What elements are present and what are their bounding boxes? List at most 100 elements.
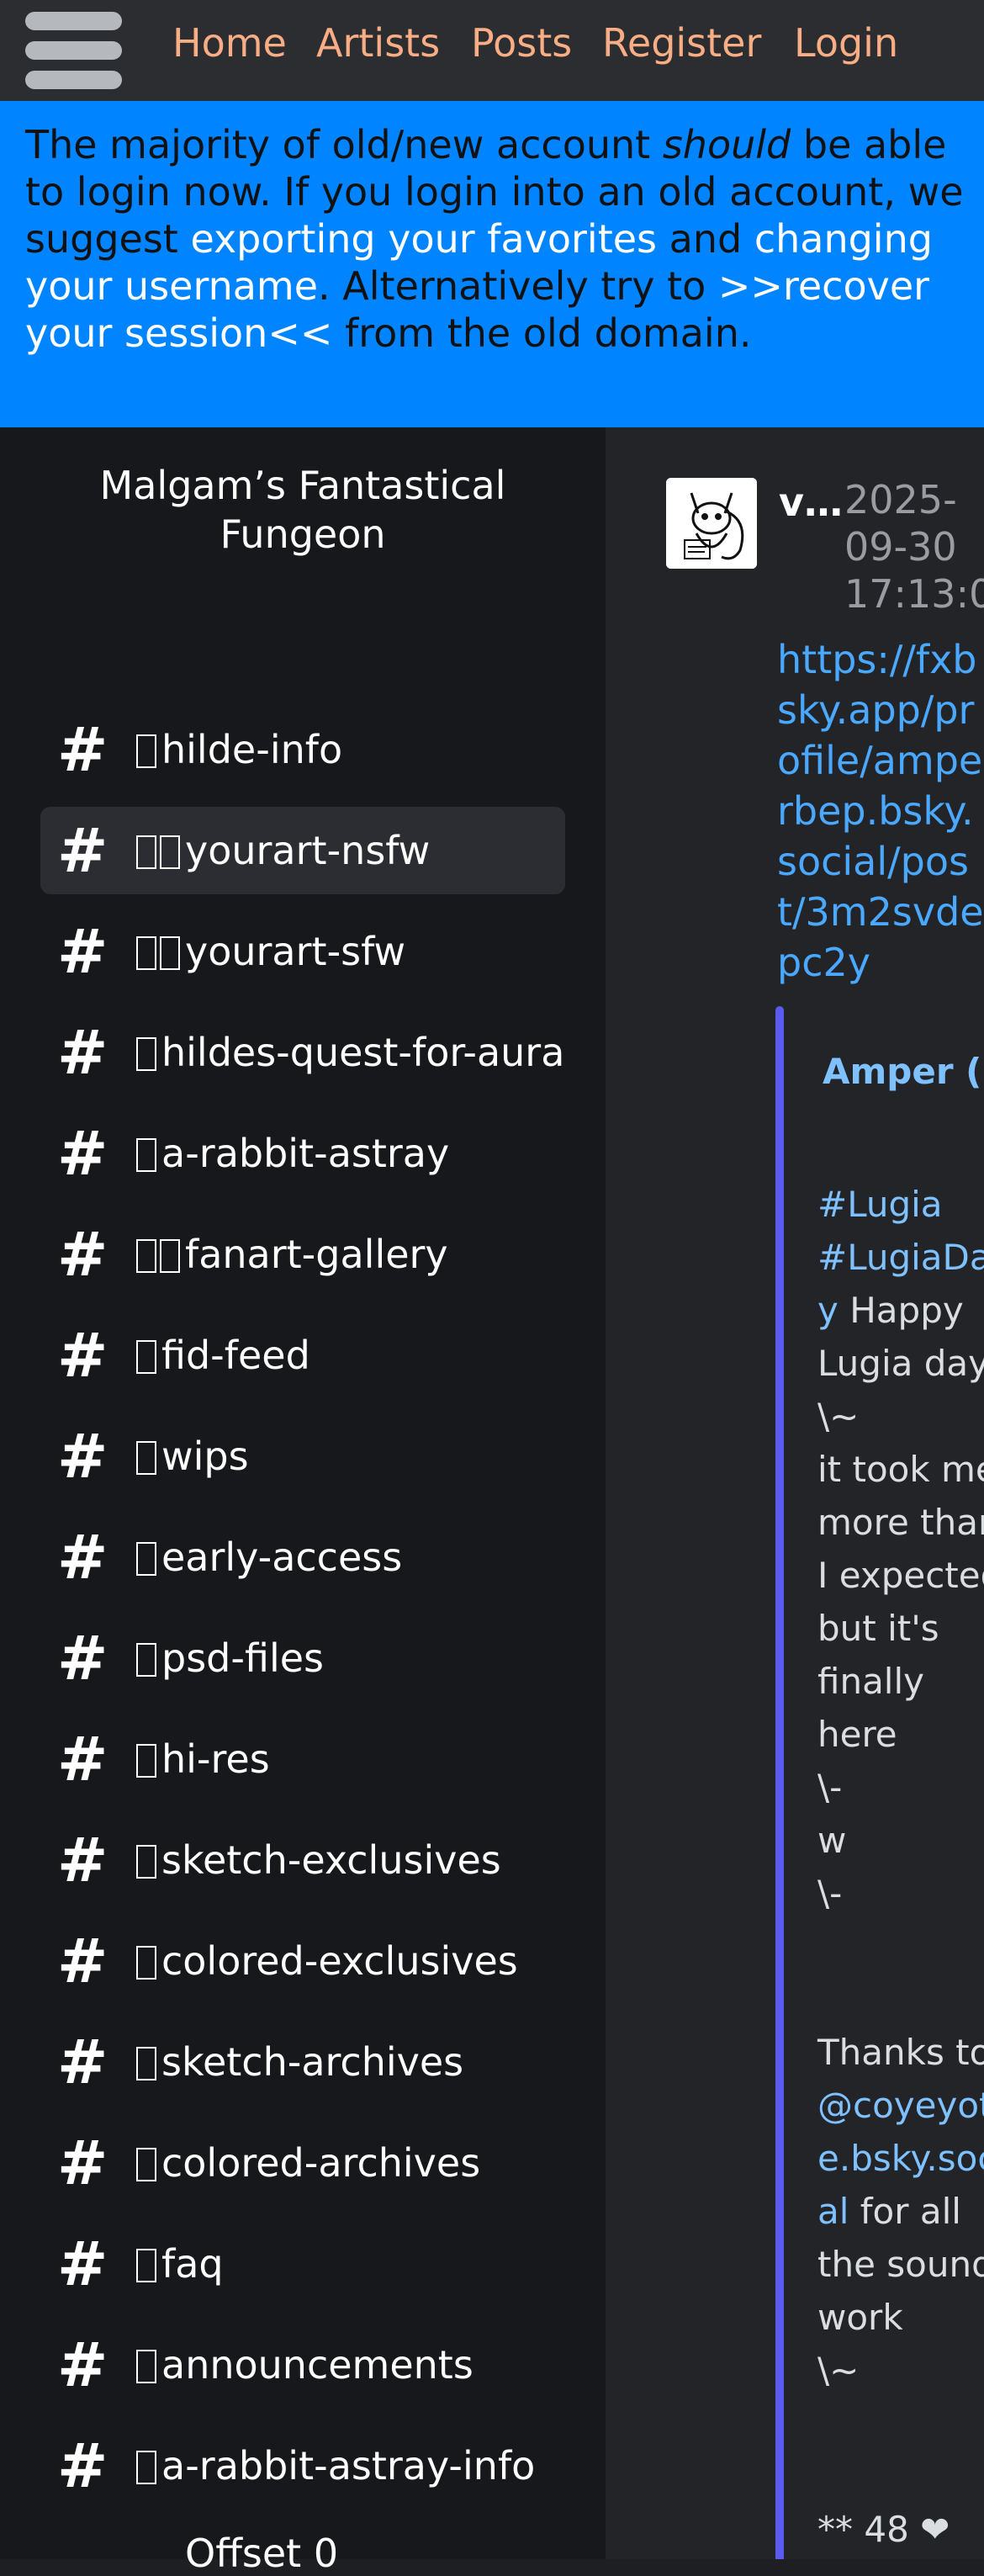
missing-emoji-icon xyxy=(136,2047,156,2080)
channel-item[interactable]: # early-access xyxy=(40,1513,565,1601)
missing-emoji-icon xyxy=(136,1138,156,1172)
banner-text-emphasis: should xyxy=(662,122,791,167)
channel-item[interactable]: # fid-feed xyxy=(40,1312,565,1399)
missing-emoji-icon xyxy=(136,2249,156,2282)
embed-text: \~ xyxy=(817,2350,860,2391)
hash-icon: # xyxy=(57,2229,108,2299)
channel-item[interactable]: # a-rabbit-astray-info xyxy=(40,2422,565,2510)
post-link[interactable]: https://fxbsky.app/profile/amperbep.bsky… xyxy=(777,634,984,988)
channel-item[interactable]: # psd-files xyxy=(40,1614,565,1702)
missing-emoji-icon xyxy=(136,2451,156,2484)
channel-item[interactable]: # yourart-sfw xyxy=(40,908,565,995)
channel-item[interactable]: # hildes-quest-for-aura xyxy=(40,1009,565,1096)
missing-emoji-icon xyxy=(136,1946,156,1980)
hash-icon: # xyxy=(57,1623,108,1693)
channel-item[interactable]: # a-rabbit-astray xyxy=(40,1110,565,1197)
post-username[interactable]: v… xyxy=(779,480,843,525)
embed-author[interactable]: Amper (@ampe xyxy=(823,1047,984,1097)
channel-name: hi-res xyxy=(161,1736,270,1782)
channel-item[interactable]: # hilde-info xyxy=(40,706,565,793)
missing-emoji-icon xyxy=(136,1643,156,1677)
channel-name: colored-exclusives xyxy=(161,1938,518,1984)
embed-text: \- xyxy=(817,1767,843,1808)
missing-emoji-icon xyxy=(136,1744,156,1778)
channel-name: yourart-nsfw xyxy=(185,828,431,873)
hash-icon: # xyxy=(57,1421,108,1492)
hash-icon: # xyxy=(57,1724,108,1794)
channel-name: a-rabbit-astray xyxy=(161,1131,450,1176)
hash-icon: # xyxy=(57,2128,108,2198)
hamburger-menu-icon[interactable] xyxy=(25,12,122,89)
banner-text-part: and xyxy=(657,216,754,262)
channel-name: colored-archives xyxy=(161,2140,481,2186)
missing-emoji-icon xyxy=(136,936,156,970)
hash-icon: # xyxy=(57,1320,108,1391)
banner-text-part: . Alternatively try to xyxy=(318,263,718,309)
channel-item[interactable]: # announcements xyxy=(40,2321,565,2409)
missing-emoji-icon xyxy=(160,1239,180,1273)
nav-artists-link[interactable]: Artists xyxy=(316,20,440,66)
channel-item[interactable]: # yourart-nsfw xyxy=(40,807,565,894)
channel-name: fid-feed xyxy=(161,1333,310,1378)
missing-emoji-icon xyxy=(136,1441,156,1475)
channel-item[interactable]: # sketch-archives xyxy=(40,2018,565,2106)
missing-emoji-icon xyxy=(136,734,156,768)
channel-name: faq xyxy=(161,2241,224,2287)
missing-emoji-icon xyxy=(136,1845,156,1879)
channel-item[interactable]: # fanart-gallery xyxy=(40,1211,565,1298)
channel-name: a-rabbit-astray-info xyxy=(161,2443,536,2489)
missing-emoji-icon xyxy=(136,1037,156,1071)
hash-icon: # xyxy=(57,1522,108,1593)
nav-register-link[interactable]: Register xyxy=(602,20,761,66)
hash-icon: # xyxy=(57,815,108,886)
nav-login-link[interactable]: Login xyxy=(794,20,898,66)
channel-name: sketch-exclusives xyxy=(161,1837,501,1883)
export-favorites-link[interactable]: exporting your favorites xyxy=(190,216,657,262)
channel-name: announcements xyxy=(161,2342,473,2388)
nav-posts-link[interactable]: Posts xyxy=(471,20,572,66)
hash-icon: # xyxy=(57,714,108,785)
missing-emoji-icon xyxy=(136,1239,156,1273)
channel-name: early-access xyxy=(161,1534,403,1580)
hash-icon: # xyxy=(57,1118,108,1189)
offset-label: Offset 0 xyxy=(185,2531,339,2576)
hash-icon: # xyxy=(57,2430,108,2501)
channel-name: psd-files xyxy=(161,1635,324,1681)
hash-icon: # xyxy=(57,916,108,987)
banner-text: The majority of old/new account should b… xyxy=(25,121,967,357)
top-navbar: Home Artists Posts Register Login xyxy=(0,0,984,101)
missing-emoji-icon xyxy=(136,2350,156,2383)
nav-home-link[interactable]: Home xyxy=(172,20,287,66)
channel-item[interactable]: # faq xyxy=(40,2220,565,2308)
missing-emoji-icon xyxy=(136,1340,156,1374)
channel-item[interactable]: # sketch-exclusives xyxy=(40,1816,565,1904)
missing-emoji-icon xyxy=(160,936,180,970)
channel-name: wips xyxy=(161,1434,249,1479)
missing-emoji-icon xyxy=(160,835,180,869)
hash-icon: # xyxy=(57,2330,108,2400)
hash-icon: # xyxy=(57,1219,108,1290)
user-avatar[interactable] xyxy=(666,478,757,569)
server-name: Malgam’s Fantastical Fungeon xyxy=(99,463,506,557)
channel-name: fanart-gallery xyxy=(185,1232,448,1277)
channel-item[interactable]: # colored-exclusives xyxy=(40,1917,565,2005)
channel-item[interactable]: # hi-res xyxy=(40,1715,565,1803)
banner-text-part: The majority of old/new account xyxy=(25,122,663,167)
embed-text: it took me more than I expected but it's… xyxy=(817,1449,984,1755)
channel-item[interactable]: # colored-archives xyxy=(40,2119,565,2207)
character-sketch-icon xyxy=(666,478,757,569)
channel-item[interactable]: # wips xyxy=(40,1413,565,1500)
channel-name: hilde-info xyxy=(161,727,343,772)
missing-emoji-icon xyxy=(136,835,156,869)
post-panel: v… 2025-09-30 17:13:0 https://fxbsky.app… xyxy=(606,427,984,2559)
missing-emoji-icon xyxy=(136,2148,156,2181)
channel-sidebar: Malgam’s Fantastical Fungeon # hilde-info… xyxy=(0,427,606,2576)
hashtag-lugia[interactable]: #Lugia xyxy=(817,1184,943,1225)
embed-body: #Lugia #LugiaDay Happy Lugia day \~ it t… xyxy=(817,1178,984,2397)
channel-name: yourart-sfw xyxy=(185,929,406,974)
post-timestamp: 2025-09-30 17:13:0 xyxy=(844,477,984,617)
hash-icon: # xyxy=(57,2027,108,2097)
announcement-banner: The majority of old/new account should b… xyxy=(0,101,984,427)
embed-accent-bar xyxy=(775,1006,784,2559)
banner-text-part: from the old domain. xyxy=(332,310,752,356)
